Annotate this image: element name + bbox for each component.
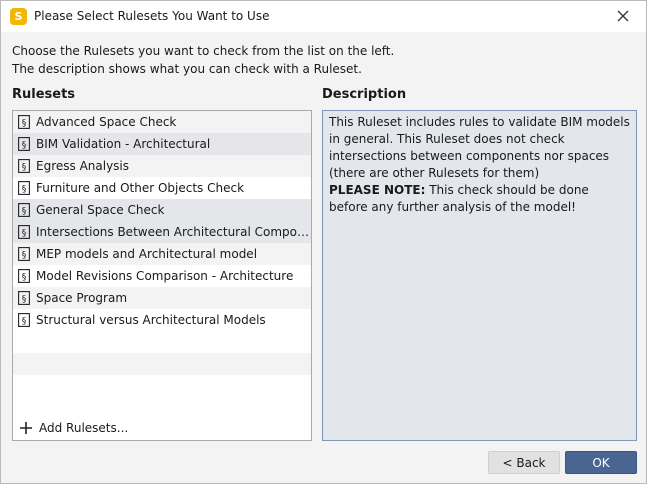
ruleset-item-label: BIM Validation - Architectural (36, 137, 211, 151)
ruleset-item[interactable]: § Space Program (13, 287, 311, 309)
rulesets-list[interactable]: § Advanced Space Check § BIM Validation - A… (12, 110, 312, 441)
ruleset-document-icon: § (18, 115, 30, 129)
rulesets-heading: Rulesets (12, 87, 76, 102)
list-empty-row (13, 375, 311, 397)
ruleset-document-icon: § (18, 159, 30, 173)
svg-text:§: § (22, 207, 27, 217)
ruleset-item[interactable]: § Structural versus Architectural Models (13, 309, 311, 331)
intro-line-1: Choose the Rulesets you want to check fr… (12, 44, 395, 58)
title-bar: S Please Select Rulesets You Want to Use (1, 1, 646, 32)
intro-line-2: The description shows what you can check… (12, 62, 362, 76)
ruleset-document-icon: § (18, 203, 30, 217)
ruleset-item[interactable]: § Model Revisions Comparison - Architectu… (13, 265, 311, 287)
description-text: This Ruleset includes rules to validate … (329, 115, 630, 180)
plus-icon (20, 422, 32, 434)
ruleset-item[interactable]: § Intersections Between Architectural Com… (13, 221, 311, 243)
ruleset-document-icon: § (18, 137, 30, 151)
ruleset-item[interactable]: § Egress Analysis (13, 155, 311, 177)
ruleset-item[interactable]: § BIM Validation - Architectural (13, 133, 311, 155)
svg-text:§: § (22, 273, 27, 283)
ruleset-item[interactable]: § Advanced Space Check (13, 111, 311, 133)
app-logo-icon: S (10, 8, 27, 25)
svg-text:§: § (22, 229, 27, 239)
ruleset-item[interactable]: § MEP models and Architectural model (13, 243, 311, 265)
ruleset-item-label: Advanced Space Check (36, 115, 177, 129)
ruleset-item-label: Egress Analysis (36, 159, 130, 173)
ruleset-document-icon: § (18, 225, 30, 239)
close-button[interactable] (606, 2, 640, 30)
intro-text: Choose the Rulesets you want to check fr… (12, 42, 394, 78)
ruleset-item-label: Space Program (36, 291, 128, 305)
ruleset-item-label: Intersections Between Architectural Comp… (36, 225, 310, 239)
ruleset-document-icon: § (18, 313, 30, 327)
description-panel: This Ruleset includes rules to validate … (322, 110, 637, 441)
ruleset-item-label: General Space Check (36, 203, 165, 217)
dialog-window: S Please Select Rulesets You Want to Use… (0, 0, 647, 484)
add-rulesets-button[interactable]: Add Rulesets... (19, 418, 128, 438)
ruleset-document-icon: § (18, 247, 30, 261)
ruleset-item-label: Structural versus Architectural Models (36, 313, 266, 327)
svg-text:§: § (22, 317, 27, 327)
back-button[interactable]: < Back (488, 451, 560, 474)
list-empty-row (13, 353, 311, 375)
svg-text:§: § (22, 295, 27, 305)
ok-button[interactable]: OK (565, 451, 637, 474)
ruleset-item-label: Model Revisions Comparison - Architectur… (36, 269, 294, 283)
ruleset-document-icon: § (18, 181, 30, 195)
window-title: Please Select Rulesets You Want to Use (34, 9, 270, 23)
add-rulesets-label: Add Rulesets... (39, 421, 129, 435)
ruleset-item[interactable]: § General Space Check (13, 199, 311, 221)
svg-text:§: § (22, 141, 27, 151)
ruleset-document-icon: § (18, 269, 30, 283)
description-heading: Description (322, 87, 407, 102)
ruleset-item-label: Furniture and Other Objects Check (36, 181, 245, 195)
description-note-label: PLEASE NOTE: (329, 183, 426, 197)
ruleset-document-icon: § (18, 291, 30, 305)
svg-text:§: § (22, 185, 27, 195)
svg-text:§: § (22, 119, 27, 129)
ruleset-item[interactable]: § Furniture and Other Objects Check (13, 177, 311, 199)
svg-text:§: § (22, 163, 27, 173)
svg-text:§: § (22, 251, 27, 261)
close-icon (617, 10, 629, 22)
ruleset-item-label: MEP models and Architectural model (36, 247, 258, 261)
